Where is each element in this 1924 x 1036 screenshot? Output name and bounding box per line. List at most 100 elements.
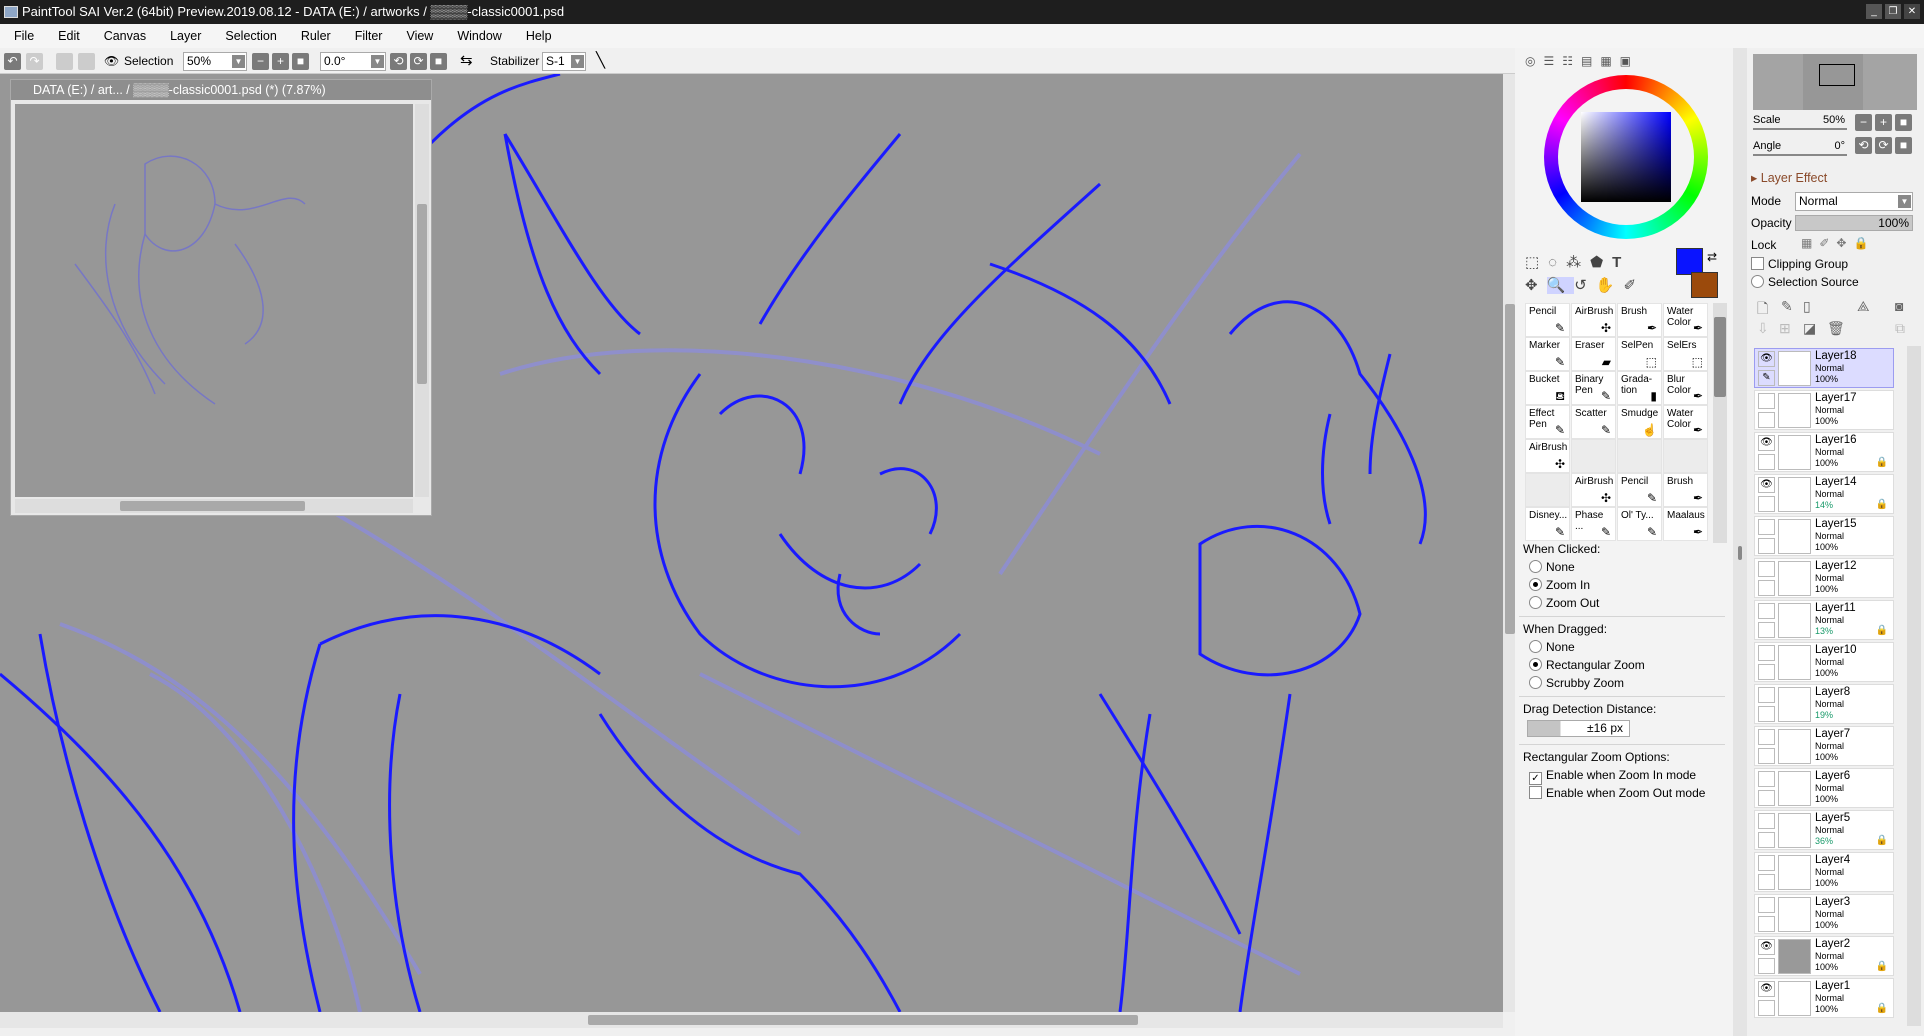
line-tool-button[interactable]: ╲ <box>596 52 605 70</box>
layer-mask-icon[interactable]: ◙ <box>1895 298 1903 314</box>
layer-row[interactable]: Layer10 Normal 100% <box>1754 642 1894 682</box>
opacity-slider[interactable]: 100% <box>1795 215 1913 231</box>
zoom-select[interactable]: 50% ▼ <box>183 52 247 71</box>
eye-icon[interactable]: 👁 <box>104 52 119 70</box>
menu-window[interactable]: Window <box>457 29 501 43</box>
view-zoom-in-button[interactable]: + <box>1875 114 1892 131</box>
blend-mode-select[interactable]: Normal ▼ <box>1795 192 1913 211</box>
eye-icon[interactable]: 👁 <box>1758 435 1775 451</box>
layer-row[interactable]: Layer5 Normal 36% 🔒 <box>1754 810 1894 850</box>
zoom-out-button[interactable]: − <box>252 53 269 70</box>
eye-icon[interactable] <box>1758 603 1775 619</box>
layer-row[interactable]: Layer12 Normal 100% <box>1754 558 1894 598</box>
color-mode-tabs[interactable]: ◎☰☷▤▦▣ <box>1525 54 1675 68</box>
layer-effect-toggle[interactable]: ▸ Layer Effect <box>1751 170 1827 185</box>
menu-selection[interactable]: Selection <box>225 29 276 43</box>
layer-row[interactable]: 👁 Layer2 Normal 100% 🔒 <box>1754 936 1894 976</box>
horizontal-scroll-thumb[interactable] <box>588 1015 1138 1025</box>
tool-phase-[interactable]: Phase ... ✎ <box>1571 507 1616 541</box>
layer-row[interactable]: Layer6 Normal 100% <box>1754 768 1894 808</box>
layer-list-scrollbar[interactable] <box>1907 346 1921 1026</box>
vertical-scroll-thumb[interactable] <box>1505 304 1515 634</box>
rotate-reset-button[interactable]: ■ <box>430 53 447 70</box>
eye-icon[interactable] <box>1758 855 1775 871</box>
duplicate-layer-icon[interactable]: ⧉ <box>1895 320 1905 337</box>
eye-icon[interactable] <box>1758 897 1775 913</box>
edit-pencil-icon[interactable] <box>1758 664 1775 680</box>
secondary-color-swatch[interactable] <box>1691 272 1718 298</box>
view-rotate-reset-button[interactable]: ■ <box>1895 137 1912 154</box>
layer-row[interactable]: 👁 Layer1 Normal 100% 🔒 <box>1754 978 1894 1018</box>
rotate-left-button[interactable]: ⟲ <box>390 53 407 70</box>
eye-icon[interactable] <box>1758 645 1775 661</box>
clear-layer-icon[interactable]: ◪ <box>1803 320 1816 337</box>
menu-filter[interactable]: Filter <box>355 29 383 43</box>
redo-button[interactable]: ↷ <box>26 53 43 70</box>
tool-pencil[interactable]: Pencil ✎ <box>1525 303 1570 337</box>
perspective-ruler-icon[interactable]: ⟁ <box>1857 298 1870 315</box>
dragged-none-radio[interactable]: None <box>1529 640 1575 654</box>
edit-pencil-icon[interactable]: ✎ <box>1758 370 1775 386</box>
scale-slider[interactable] <box>1753 128 1847 130</box>
swap-colors-icon[interactable]: ⇄ <box>1707 250 1717 264</box>
dragged-scrubby-zoom-radio[interactable]: Scrubby Zoom <box>1529 676 1624 690</box>
angle-slider[interactable] <box>1753 154 1847 156</box>
edit-pencil-icon[interactable] <box>1758 580 1775 596</box>
edit-pencil-icon[interactable] <box>1758 412 1775 428</box>
menu-view[interactable]: View <box>406 29 433 43</box>
tool-disney-[interactable]: Disney... ✎ <box>1525 507 1570 541</box>
clicked-zoom-out-radio[interactable]: Zoom Out <box>1529 596 1599 610</box>
tool-effect-pen[interactable]: Effect Pen ✎ <box>1525 405 1570 439</box>
tool-eraser[interactable]: Eraser ▰ <box>1571 337 1616 371</box>
layer-row[interactable]: Layer4 Normal 100% <box>1754 852 1894 892</box>
layer-row[interactable]: 👁 ✎ Layer18 Normal 100% <box>1754 348 1894 388</box>
eye-icon[interactable] <box>1758 519 1775 535</box>
view-zoom-out-button[interactable]: − <box>1855 114 1872 131</box>
tool-airbrush[interactable]: AirBrush ✣ <box>1571 473 1616 507</box>
clicked-zoom-in-radio[interactable]: Zoom In <box>1529 578 1590 592</box>
flip-horizontal-button[interactable]: ⇆ <box>460 52 473 70</box>
tool-water-color[interactable]: Water Color ✒ <box>1663 405 1708 439</box>
edit-pencil-icon[interactable] <box>1758 916 1775 932</box>
eye-icon[interactable]: 👁 <box>1758 351 1775 367</box>
tool-selers[interactable]: SelErs ⬚ <box>1663 337 1708 371</box>
merge-down-icon[interactable]: ⇩ <box>1757 320 1769 337</box>
navigator-title-bar[interactable]: DATA (E:) / art... / ▒▒▒▒-classic0001.ps… <box>11 80 431 100</box>
layer-row[interactable]: Layer7 Normal 100% <box>1754 726 1894 766</box>
color-wheel[interactable] <box>1544 75 1708 239</box>
tool-scatter[interactable]: Scatter ✎ <box>1571 405 1616 439</box>
close-button[interactable]: ✕ <box>1904 4 1920 19</box>
minimize-button[interactable]: _ <box>1866 4 1882 19</box>
menu-help[interactable]: Help <box>526 29 552 43</box>
edit-pencil-icon[interactable] <box>1758 454 1775 470</box>
tool-pencil[interactable]: Pencil ✎ <box>1617 473 1662 507</box>
eye-icon[interactable]: 👁 <box>1758 939 1775 955</box>
zoom-in-button[interactable]: + <box>272 53 289 70</box>
view-zoom-reset-button[interactable]: ■ <box>1895 114 1912 131</box>
selection-tools-row[interactable]: ⬚◌⁂⬟T <box>1525 253 1630 271</box>
eye-icon[interactable] <box>1758 393 1775 409</box>
edit-pencil-icon[interactable] <box>1758 748 1775 764</box>
layer-row[interactable]: Layer17 Normal 100% <box>1754 390 1894 430</box>
new-layer-icon[interactable]: 🗋 <box>1757 298 1768 322</box>
new-vector-layer-icon[interactable]: ✎ <box>1781 298 1793 315</box>
tool-blur-color[interactable]: Blur Color ✒ <box>1663 371 1708 405</box>
eye-icon[interactable]: 👁 <box>1758 981 1775 997</box>
layer-row[interactable]: Layer3 Normal 100% <box>1754 894 1894 934</box>
navigator-thumbnail[interactable] <box>1753 54 1917 110</box>
lock-options[interactable]: ▦✐✥🔒 <box>1801 236 1875 250</box>
eye-icon[interactable]: 👁 <box>1758 477 1775 493</box>
tool-smudge[interactable]: Smudge ☝ <box>1617 405 1662 439</box>
view-rotate-right-button[interactable]: ⟳ <box>1875 137 1892 154</box>
eye-icon[interactable] <box>1758 687 1775 703</box>
tool-brush[interactable]: Brush ✒ <box>1617 303 1662 337</box>
new-folder-icon[interactable]: ▯ <box>1803 298 1811 315</box>
edit-pencil-icon[interactable] <box>1758 832 1775 848</box>
eye-icon[interactable] <box>1758 729 1775 745</box>
tool-grid-scrollbar[interactable] <box>1713 303 1727 543</box>
clicked-none-radio[interactable]: None <box>1529 560 1575 574</box>
layer-row[interactable]: 👁 Layer16 Normal 100% 🔒 <box>1754 432 1894 472</box>
tool-airbrush[interactable]: AirBrush ✣ <box>1525 439 1570 473</box>
menu-file[interactable]: File <box>14 29 34 43</box>
edit-pencil-icon[interactable] <box>1758 622 1775 638</box>
